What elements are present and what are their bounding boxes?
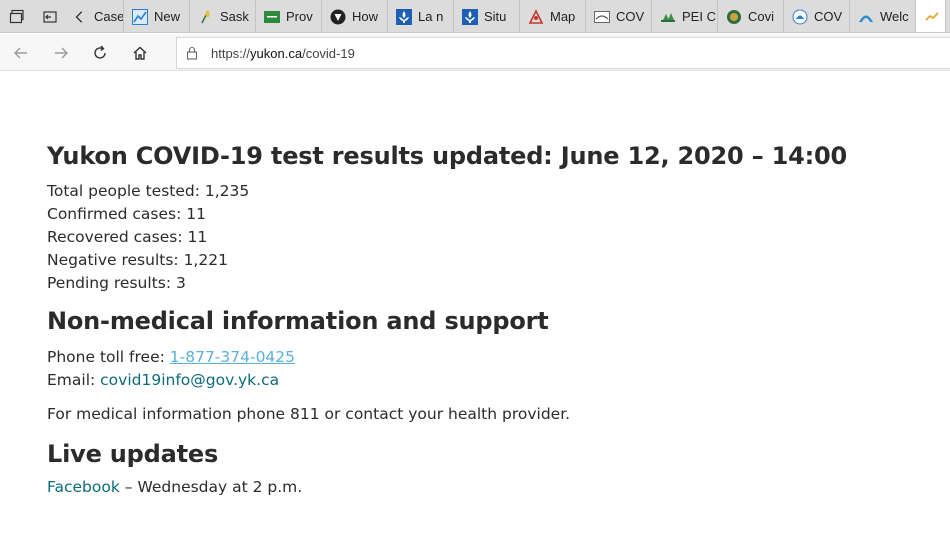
stat-recovered: Recovered cases: 11	[47, 228, 208, 246]
browser-tab[interactable]: Map	[520, 0, 586, 32]
browser-tab[interactable]: How	[322, 0, 388, 32]
tab-actions-icon[interactable]	[0, 0, 33, 32]
map-pin-icon	[528, 8, 544, 25]
url-path: /covid-19	[302, 45, 355, 61]
browser-tab[interactable]: Sask	[190, 0, 256, 32]
facebook-link[interactable]: Facebook	[47, 478, 120, 496]
browser-tab[interactable]: Welc	[850, 0, 916, 32]
url-host: yukon.ca	[250, 45, 303, 61]
page-content: Yukon COVID-19 test results updated: Jun…	[47, 72, 927, 499]
yukon-logo-icon	[924, 9, 940, 25]
browser-tab[interactable]: COV	[586, 0, 652, 32]
phone-label: Phone toll free:	[47, 348, 170, 366]
live-updates-heading: Live updates	[47, 440, 219, 468]
tab-label: Case	[94, 9, 123, 24]
wheat-icon	[198, 9, 214, 25]
browser-tab[interactable]: La n	[388, 0, 454, 32]
tab-label: COV	[814, 9, 843, 24]
tab-label: Covi	[748, 9, 775, 24]
globe-icon	[726, 9, 742, 25]
tab-label: New	[154, 9, 181, 24]
email-link[interactable]: covid19info@gov.yk.ca	[100, 371, 279, 389]
stat-pending: Pending results: 3	[47, 274, 186, 292]
tab-label: How	[352, 9, 379, 24]
active-tab[interactable]	[916, 0, 946, 32]
address-bar[interactable]: https://yukon.ca/covid-19	[176, 37, 950, 69]
chevron-left-icon	[72, 9, 88, 25]
navigation-bar: https://yukon.ca/covid-19	[0, 34, 950, 71]
tab-label: Map	[550, 9, 576, 24]
contact-info: Phone toll free: 1-877-374-0425 Email: c…	[47, 346, 927, 392]
tab-label: Sask	[220, 9, 249, 24]
browser-tab[interactable]: Prov	[256, 0, 322, 32]
browser-tab[interactable]: PEI C	[652, 0, 718, 32]
forward-arrow-icon[interactable]	[49, 41, 73, 65]
crest-icon	[792, 9, 808, 25]
support-heading: Non-medical information and support	[47, 307, 549, 335]
stat-confirmed: Confirmed cases: 11	[47, 205, 206, 223]
tab-label: La n	[418, 9, 444, 24]
phone-link[interactable]: 1-877-374-0425	[170, 348, 295, 366]
tab-label: Prov	[286, 9, 313, 24]
chart-line-icon	[132, 8, 148, 25]
medical-info: For medical information phone 811 or con…	[47, 405, 571, 423]
tab-strip: Case New Sask Prov How La n Situ Map COV…	[0, 0, 950, 33]
fleur-de-lis-icon	[462, 8, 478, 25]
set-tabs-aside-icon[interactable]	[33, 0, 66, 32]
green-flag-icon	[264, 9, 280, 25]
browser-tab[interactable]: COV	[784, 0, 850, 32]
browser-tab[interactable]: New	[124, 0, 190, 32]
tab-label: Welc	[880, 9, 909, 24]
shield-icon	[330, 9, 346, 25]
fleur-de-lis-icon	[396, 8, 412, 25]
tab-label: COV	[616, 9, 645, 24]
stats-list: Total people tested: 1,235 Confirmed cas…	[47, 180, 927, 295]
page-title: Yukon COVID-19 test results updated: Jun…	[47, 142, 848, 170]
browser-tab[interactable]: Situ	[454, 0, 520, 32]
email-line: Email: covid19info@gov.yk.ca	[47, 369, 927, 392]
phone-line: Phone toll free: 1-877-374-0425	[47, 346, 927, 369]
live-update-item: Facebook – Wednesday at 2 p.m.	[47, 476, 927, 499]
browser-tab[interactable]: Case	[66, 0, 124, 32]
lock-icon[interactable]	[185, 45, 201, 61]
refresh-icon[interactable]	[88, 41, 112, 65]
back-arrow-icon[interactable]	[9, 41, 33, 65]
stat-negative: Negative results: 1,221	[47, 251, 228, 269]
bridge-icon	[594, 9, 610, 25]
stat-total-tested: Total people tested: 1,235	[47, 182, 250, 200]
arch-icon	[858, 9, 874, 25]
url-text: https://yukon.ca/covid-19	[211, 46, 355, 61]
facebook-schedule: – Wednesday at 2 p.m.	[119, 478, 303, 496]
url-prefix: https://	[211, 45, 251, 61]
tab-label: Situ	[484, 9, 507, 24]
home-icon[interactable]	[128, 41, 152, 65]
browser-tab[interactable]: Covi	[718, 0, 784, 32]
tab-label: PEI C	[682, 9, 716, 24]
trees-icon	[660, 9, 676, 25]
email-label: Email:	[47, 371, 101, 389]
